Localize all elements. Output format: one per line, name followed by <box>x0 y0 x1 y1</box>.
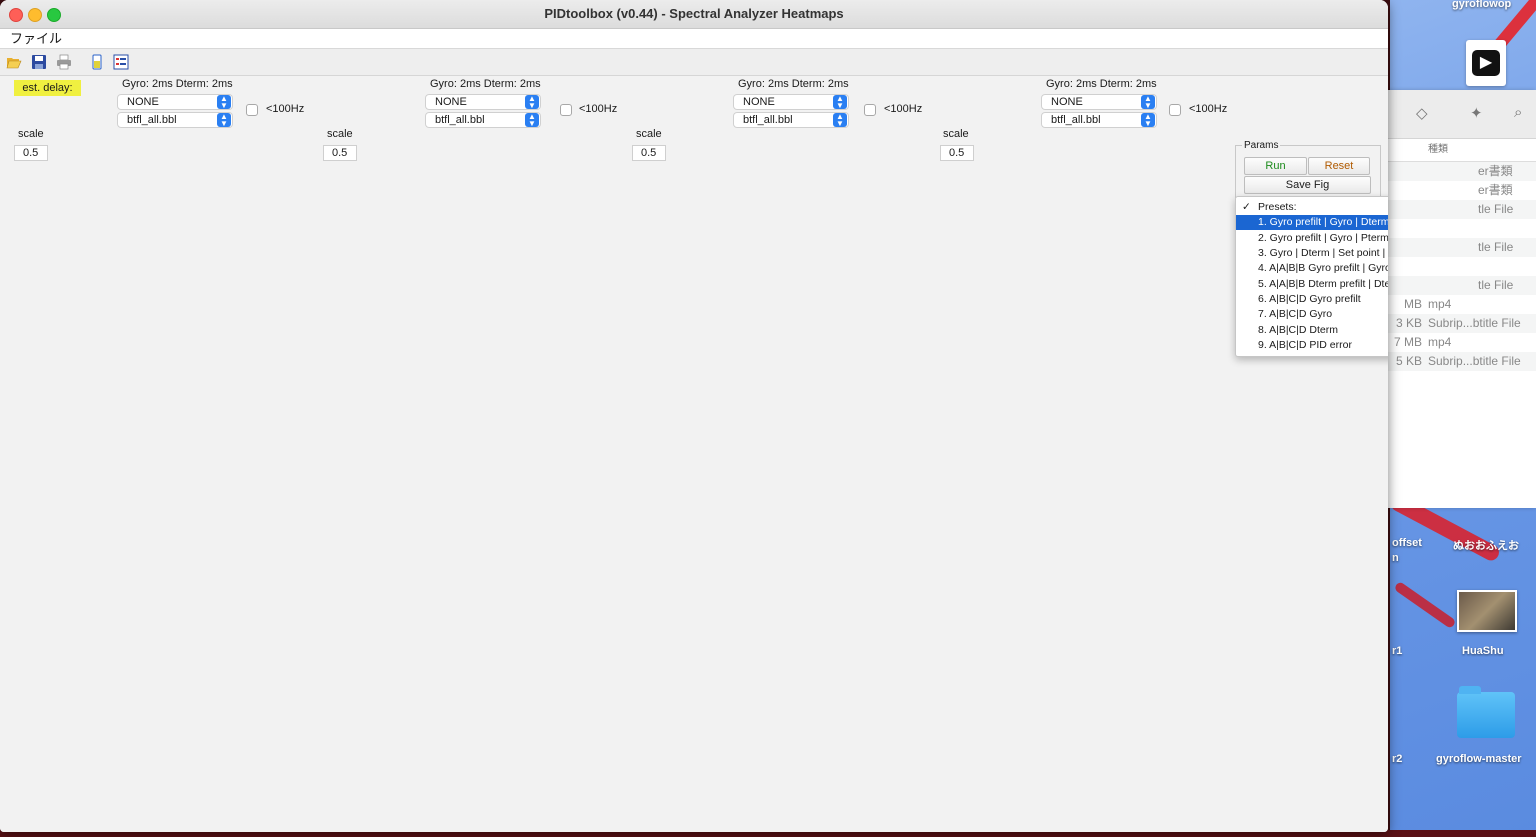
save-fig-button[interactable]: Save Fig <box>1244 176 1371 194</box>
finder-row[interactable]: MB mp4 <box>1388 295 1536 314</box>
desktop-label-r2[interactable]: r2 <box>1392 753 1402 765</box>
chevron-updown-icon: ▲ ▼ <box>833 113 847 128</box>
finder-row[interactable]: 5 KB Subrip...btitle File <box>1388 352 1536 371</box>
desktop-label-gyroflow-master[interactable]: gyroflow-master <box>1436 753 1522 765</box>
chevron-updown-icon: ▲ ▼ <box>1141 95 1155 110</box>
dropbox-icon[interactable]: ✦ <box>1470 104 1483 122</box>
chevron-updown-icon: ▲ ▼ <box>833 95 847 110</box>
desktop-label-nuoofueo[interactable]: ぬおおふえお <box>1453 537 1519 553</box>
panel-2-100hz-label: <100Hz <box>579 103 618 115</box>
close-window-button[interactable] <box>9 8 23 22</box>
panel-1-scale-input[interactable]: 0.5 <box>14 145 48 161</box>
folder-icon[interactable] <box>1457 686 1515 738</box>
finder-toolbar: ◇ ✦ ⌕ <box>1388 90 1536 139</box>
content-area: est. delay: Gyro: 2ms Dterm: 2ms NONE ▲ ▼ … <box>0 76 1388 832</box>
print-icon[interactable] <box>56 54 72 70</box>
tag-icon[interactable]: ◇ <box>1416 104 1428 122</box>
preset-item-9[interactable]: 9. A|B|C|D PID error <box>1236 338 1388 353</box>
finder-row[interactable]: tle File <box>1388 200 1536 219</box>
chevron-updown-icon: ▲ ▼ <box>1141 113 1155 128</box>
panel-4-100hz-label: <100Hz <box>1189 103 1228 115</box>
panel-1-100hz-label: <100Hz <box>266 103 305 115</box>
panel-4-title: Gyro: 2ms Dterm: 2ms <box>1046 78 1157 90</box>
save-icon[interactable] <box>31 54 47 70</box>
panel-1-select-preset[interactable]: NONE ▲ ▼ <box>117 94 233 110</box>
reset-button[interactable]: Reset <box>1308 157 1370 175</box>
preset-item-4[interactable]: 4. A|A|B|B Gyro prefilt | Gyro <box>1236 261 1388 276</box>
desktop-label-offset[interactable]: offset <box>1392 537 1422 549</box>
finder-file-list: er書類 er書類 tle File tle File tle File MB m… <box>1388 162 1536 371</box>
toolbar <box>0 49 1388 76</box>
folder-open-icon[interactable] <box>6 54 22 70</box>
chevron-updown-icon: ▲ ▼ <box>525 95 539 110</box>
preset-item-6[interactable]: 6. A|B|C|D Gyro prefilt <box>1236 292 1388 307</box>
form-icon[interactable] <box>113 54 129 70</box>
chevron-updown-icon: ▲ ▼ <box>217 113 231 128</box>
minimize-window-button[interactable] <box>28 8 42 22</box>
finder-row[interactable]: er書類 <box>1388 162 1536 181</box>
desktop-label-huashu[interactable]: HuaShu <box>1462 645 1504 657</box>
preset-item-7[interactable]: 7. A|B|C|D Gyro <box>1236 307 1388 322</box>
panel-3-title: Gyro: 2ms Dterm: 2ms <box>738 78 849 90</box>
finder-row[interactable]: er書類 <box>1388 181 1536 200</box>
presets-dropdown-menu[interactable]: ✓ Presets: 1. Gyro prefilt | Gyro | Dterm… <box>1235 196 1388 357</box>
panel-1-title: Gyro: 2ms Dterm: 2ms <box>122 78 233 90</box>
preset-item-1[interactable]: 1. Gyro prefilt | Gyro | Dterm prefilt |… <box>1236 215 1388 230</box>
finder-row[interactable]: 7 MB mp4 <box>1388 333 1536 352</box>
panel-3-100hz-checkbox[interactable] <box>864 104 876 116</box>
search-icon[interactable]: ⌕ <box>1514 104 1522 121</box>
preset-item-3[interactable]: 3. Gyro | Dterm | Set point | PID error <box>1236 246 1388 261</box>
finder-window[interactable]: ◇ ✦ ⌕ 種類 er書類 er書類 tle File tle File tle… <box>1388 90 1536 508</box>
menu-file[interactable]: ファイル <box>10 31 62 46</box>
desktop-label-gyroflowop[interactable]: gyroflowop <box>1452 0 1511 10</box>
battery-icon[interactable] <box>89 54 105 70</box>
panel-3-scale-input[interactable]: 0.5 <box>632 145 666 161</box>
panel-2-title: Gyro: 2ms Dterm: 2ms <box>430 78 541 90</box>
preset-item-8[interactable]: 8. A|B|C|D Dterm <box>1236 323 1388 338</box>
video-file-icon[interactable]: ▶ <box>1466 40 1506 86</box>
presets-header-item[interactable]: ✓ Presets: <box>1236 200 1388 215</box>
panel-2-scale-input[interactable]: 0.5 <box>323 145 357 161</box>
panel-1-select-file[interactable]: btfl_all.bbl ▲ ▼ <box>117 112 233 128</box>
finder-row[interactable]: tle File <box>1388 238 1536 257</box>
panel-2-100hz-checkbox[interactable] <box>560 104 572 116</box>
run-button[interactable]: Run <box>1244 157 1307 175</box>
params-title: Params <box>1242 140 1281 151</box>
est-delay-label: est. delay: <box>14 80 81 96</box>
panel-1-100hz-checkbox[interactable] <box>246 104 258 116</box>
finder-row[interactable] <box>1388 219 1536 238</box>
chevron-updown-icon: ▲ ▼ <box>217 95 231 110</box>
panel-2-scale-label: scale <box>327 128 353 140</box>
title-bar[interactable]: PIDtoolbox (v0.44) - Spectral Analyzer H… <box>0 0 1388 29</box>
preset-item-2[interactable]: 2. Gyro prefilt | Gyro | Pterm | Dterm <box>1236 231 1388 246</box>
window-title: PIDtoolbox (v0.44) - Spectral Analyzer H… <box>544 6 844 21</box>
panel-3-scale-label: scale <box>636 128 662 140</box>
panel-3-select-file[interactable]: btfl_all.bbl ▲ ▼ <box>733 112 849 128</box>
chevron-updown-icon: ▲ ▼ <box>525 113 539 128</box>
panel-2-select-file[interactable]: btfl_all.bbl ▲ ▼ <box>425 112 541 128</box>
panel-4-scale-label: scale <box>943 128 969 140</box>
finder-column-kind[interactable]: 種類 <box>1388 139 1536 162</box>
panel-2-select-preset[interactable]: NONE ▲ ▼ <box>425 94 541 110</box>
finder-row[interactable] <box>1388 257 1536 276</box>
desktop-label-r1[interactable]: r1 <box>1392 645 1402 657</box>
image-thumbnail-icon[interactable] <box>1457 590 1517 632</box>
panel-3-100hz-label: <100Hz <box>884 103 923 115</box>
main-window: PIDtoolbox (v0.44) - Spectral Analyzer H… <box>0 0 1388 832</box>
desktop-label-n[interactable]: n <box>1392 552 1399 564</box>
finder-row[interactable]: 3 KB Subrip...btitle File <box>1388 314 1536 333</box>
checkmark-icon: ✓ <box>1242 201 1251 213</box>
panel-3-select-preset[interactable]: NONE ▲ ▼ <box>733 94 849 110</box>
maximize-window-button[interactable] <box>47 8 61 22</box>
preset-item-5[interactable]: 5. A|A|B|B Dterm prefilt | Dterm <box>1236 277 1388 292</box>
menu-bar: ファイル <box>0 29 1388 49</box>
panel-1-scale-label: scale <box>18 128 44 140</box>
finder-row[interactable]: tle File <box>1388 276 1536 295</box>
panel-4-select-preset[interactable]: NONE ▲ ▼ <box>1041 94 1157 110</box>
panel-4-select-file[interactable]: btfl_all.bbl ▲ ▼ <box>1041 112 1157 128</box>
panel-4-100hz-checkbox[interactable] <box>1169 104 1181 116</box>
panel-4-scale-input[interactable]: 0.5 <box>940 145 974 161</box>
